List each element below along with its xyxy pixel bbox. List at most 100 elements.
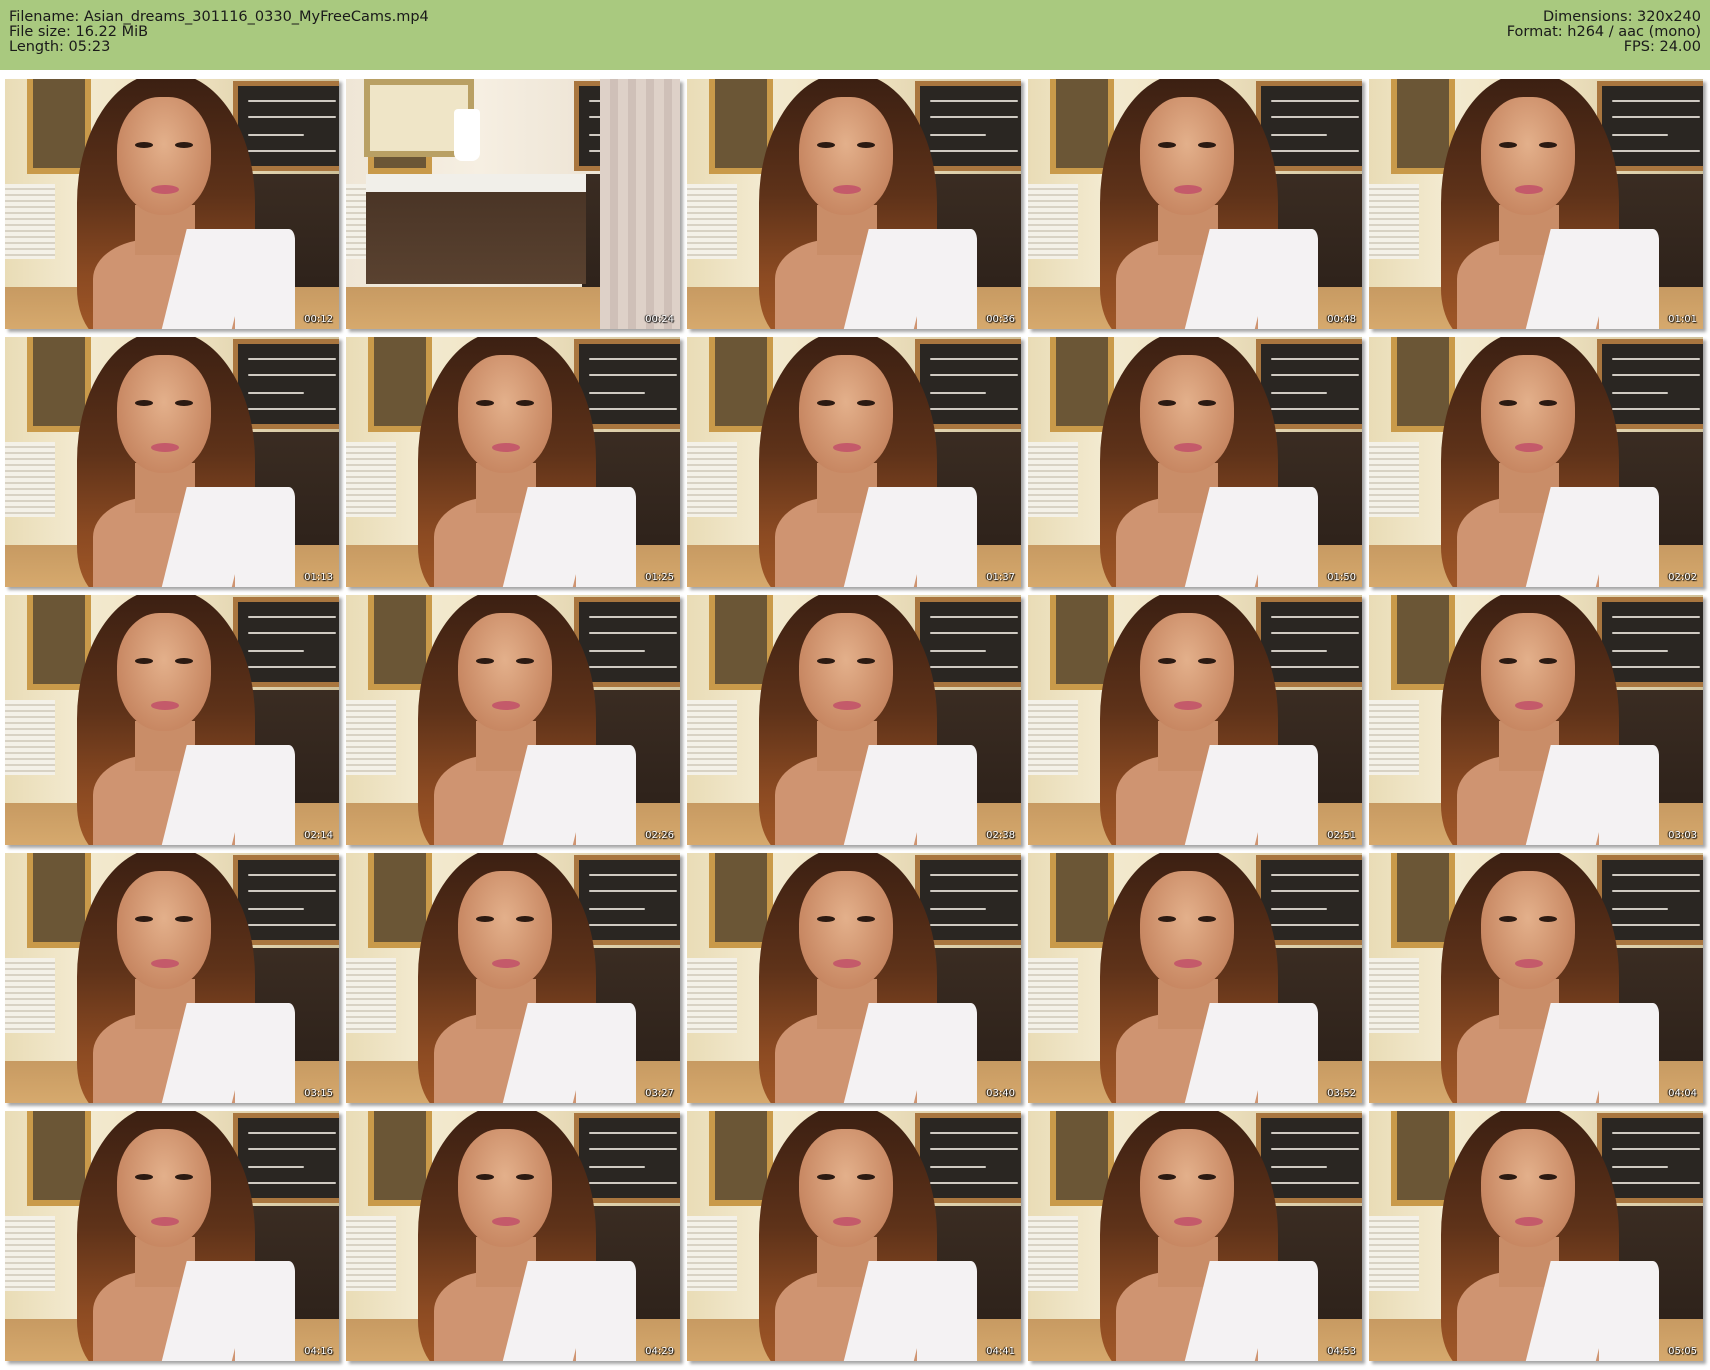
radiator [1028, 958, 1078, 1033]
radiator [1369, 184, 1419, 259]
frame-timestamp: 04:04 [1668, 1088, 1697, 1099]
person-face [1481, 97, 1575, 215]
video-frame-thumbnail: 00:36 [687, 79, 1021, 329]
video-frame-thumbnail: 04:41 [687, 1111, 1021, 1361]
white-top-strap [235, 229, 295, 329]
frame-timestamp: 00:12 [304, 314, 333, 325]
video-frame-thumbnail: 03:52 [1028, 853, 1362, 1103]
storage-bench [366, 174, 586, 284]
white-top-strap [1258, 229, 1318, 329]
person-face [117, 871, 211, 989]
radiator [5, 700, 55, 775]
person-face [117, 97, 211, 215]
frame-timestamp: 04:41 [986, 1346, 1015, 1357]
contact-sheet-header: Filename: Asian_dreams_301116_0330_MyFre… [0, 0, 1710, 70]
radiator [5, 1216, 55, 1291]
white-top-strap [917, 745, 977, 845]
person-face [799, 613, 893, 731]
white-top-strap [235, 745, 295, 845]
white-top-strap [1258, 1261, 1318, 1361]
person-face [458, 613, 552, 731]
frame-timestamp: 03:27 [645, 1088, 674, 1099]
video-frame-thumbnail: 01:25 [346, 337, 680, 587]
curtain [600, 79, 680, 329]
person-face [1481, 871, 1575, 989]
radiator [1369, 442, 1419, 517]
person-face [117, 355, 211, 473]
radiator [1028, 700, 1078, 775]
flower-vase [454, 109, 480, 161]
frame-timestamp: 01:37 [986, 572, 1015, 583]
person-face [1140, 1129, 1234, 1247]
radiator [346, 442, 396, 517]
person-face [117, 613, 211, 731]
frame-timestamp: 05:05 [1668, 1346, 1697, 1357]
radiator [5, 442, 55, 517]
person-face [1481, 1129, 1575, 1247]
white-top-strap [917, 487, 977, 587]
video-frame-thumbnail: 02:51 [1028, 595, 1362, 845]
frame-timestamp: 01:25 [645, 572, 674, 583]
frame-timestamp: 01:13 [304, 572, 333, 583]
white-top-strap [235, 1003, 295, 1103]
video-frame-thumbnail: 01:50 [1028, 337, 1362, 587]
video-frame-thumbnail: 03:40 [687, 853, 1021, 1103]
white-top-strap [1258, 1003, 1318, 1103]
frame-timestamp: 03:03 [1668, 830, 1697, 841]
radiator [687, 958, 737, 1033]
person-face [458, 1129, 552, 1247]
radiator [1028, 184, 1078, 259]
radiator [5, 958, 55, 1033]
person-face [799, 871, 893, 989]
frame-timestamp: 03:15 [304, 1088, 333, 1099]
white-top-strap [917, 1261, 977, 1361]
white-top-strap [917, 229, 977, 329]
video-frame-thumbnail: 00:48 [1028, 79, 1362, 329]
white-top-strap [1258, 487, 1318, 587]
frame-timestamp: 00:48 [1327, 314, 1356, 325]
video-frame-thumbnail: 01:13 [5, 337, 339, 587]
video-frame-thumbnail: 03:03 [1369, 595, 1703, 845]
person-face [1481, 355, 1575, 473]
frame-timestamp: 04:29 [645, 1346, 674, 1357]
radiator [687, 700, 737, 775]
white-top-strap [235, 1261, 295, 1361]
frame-timestamp: 03:52 [1327, 1088, 1356, 1099]
video-frame-thumbnail: 01:01 [1369, 79, 1703, 329]
person-face [799, 97, 893, 215]
frame-timestamp: 02:38 [986, 830, 1015, 841]
white-top-strap [917, 1003, 977, 1103]
white-top-strap [576, 1003, 636, 1103]
video-frame-thumbnail: 04:04 [1369, 853, 1703, 1103]
frame-timestamp: 02:14 [304, 830, 333, 841]
radiator [1028, 442, 1078, 517]
frame-timestamp: 01:50 [1327, 572, 1356, 583]
video-frame-thumbnail: 04:16 [5, 1111, 339, 1361]
format-line: Format: h264 / aac (mono) [1506, 24, 1701, 40]
frame-timestamp: 00:24 [645, 314, 674, 325]
radiator [687, 184, 737, 259]
white-top-strap [576, 745, 636, 845]
radiator [5, 184, 55, 259]
white-top-strap [1599, 1261, 1659, 1361]
frame-timestamp: 01:01 [1668, 314, 1697, 325]
radiator [346, 1216, 396, 1291]
video-frame-thumbnail: 02:26 [346, 595, 680, 845]
video-frame-thumbnail: 02:38 [687, 595, 1021, 845]
file-size-line: File size: 16.22 MiB [9, 24, 149, 40]
person-face [1140, 871, 1234, 989]
person-face [1481, 613, 1575, 731]
person-face [1140, 97, 1234, 215]
radiator [1369, 958, 1419, 1033]
video-frame-thumbnail: 04:53 [1028, 1111, 1362, 1361]
white-top-strap [1599, 1003, 1659, 1103]
person-face [117, 1129, 211, 1247]
person-face [458, 355, 552, 473]
person-face [799, 355, 893, 473]
filename-line: Filename: Asian_dreams_301116_0330_MyFre… [9, 9, 429, 25]
white-top-strap [1258, 745, 1318, 845]
video-frame-thumbnail: 01:37 [687, 337, 1021, 587]
person-face [1140, 355, 1234, 473]
file-info: Filename: Asian_dreams_301116_0330_MyFre… [9, 10, 429, 55]
length-line: Length: 05:23 [9, 39, 111, 55]
